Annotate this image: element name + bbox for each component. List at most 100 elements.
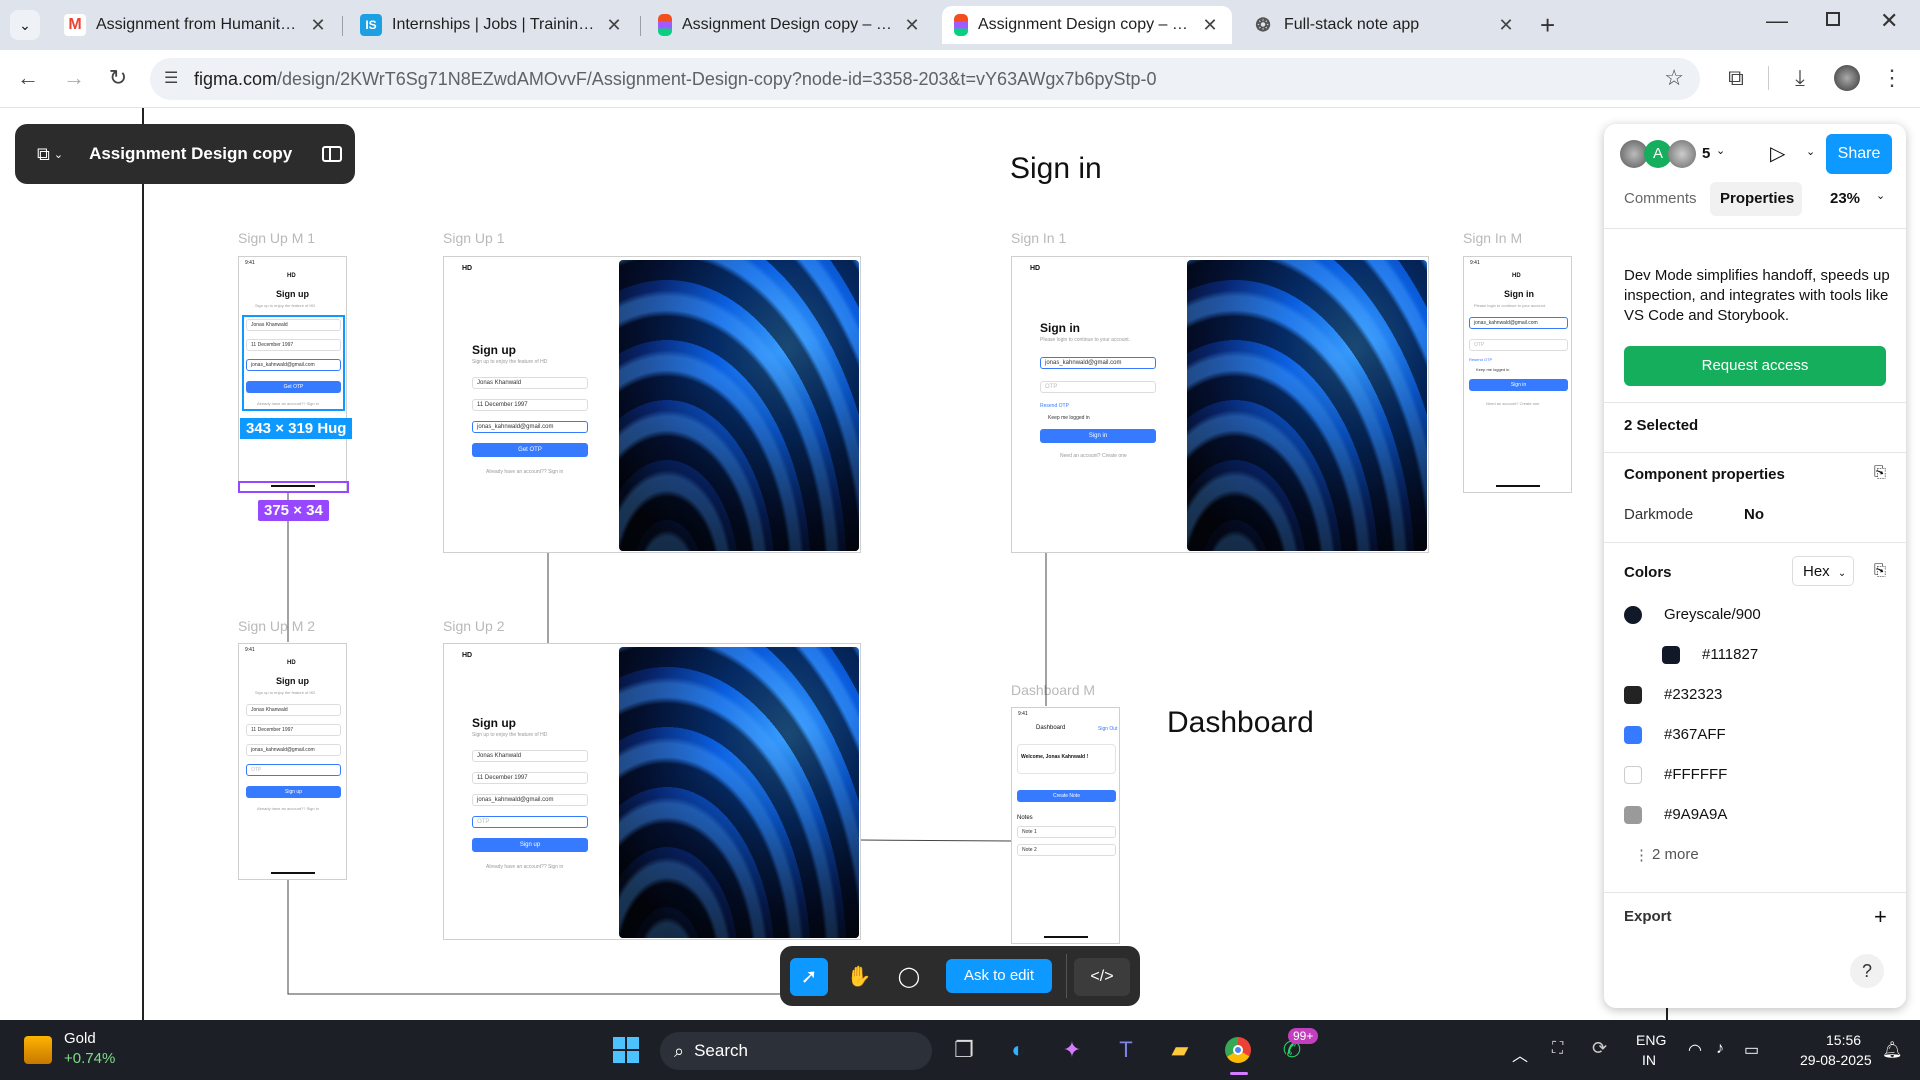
color-label[interactable]: #111827 <box>1702 646 1758 663</box>
gold-widget-icon[interactable] <box>24 1036 52 1064</box>
forward-icon[interactable]: → <box>60 64 88 92</box>
wifi-icon[interactable]: ◠ <box>1688 1040 1702 1060</box>
copilot-icon[interactable]: ✦ <box>1054 1032 1090 1068</box>
frame-signup-1[interactable]: HD Sign up Sign up to enjoy the feature … <box>443 256 861 553</box>
ask-to-edit-button[interactable]: Ask to edit <box>946 959 1052 993</box>
collaborator-count[interactable]: 5 <box>1702 145 1710 162</box>
chevron-down-icon[interactable]: ⌄ <box>54 148 63 161</box>
browser-tab[interactable]: M Assignment from Humanity Fou ✕ <box>52 6 340 44</box>
reload-icon[interactable]: ↻ <box>104 64 132 92</box>
browser-tab[interactable]: ❂ Full-stack note app ✕ <box>1240 6 1528 44</box>
site-info-icon[interactable]: ☰ <box>164 68 178 88</box>
share-button[interactable]: Share <box>1826 134 1892 174</box>
download-icon[interactable]: ⤓ <box>1786 64 1814 92</box>
show-hidden-icons[interactable]: ︿ <box>1512 1042 1528 1066</box>
add-export-icon[interactable]: + <box>1874 904 1887 930</box>
back-icon[interactable]: ← <box>14 64 42 92</box>
tab-title: Assignment from Humanity Fou <box>96 16 300 33</box>
more-colors-icon: ⋮ <box>1634 847 1649 864</box>
widget-title[interactable]: Gold <box>64 1030 96 1047</box>
clock-date[interactable]: 29-08-2025 <box>1800 1052 1872 1068</box>
dev-mode-text: Dev Mode simplifies handoff, speeds up i… <box>1624 267 1890 324</box>
hand-tool-icon[interactable]: ✋ <box>840 958 878 996</box>
bottom-toolbar: ➚ ✋ ◯ Ask to edit </> <box>780 946 1140 1006</box>
frame-signup-m2[interactable]: 9:41 HD Sign up Sign up to enjoy the fea… <box>238 643 347 880</box>
chevron-down-icon[interactable]: ⌄ <box>1876 189 1885 202</box>
region-code[interactable]: IN <box>1642 1052 1656 1068</box>
browser-tab[interactable]: Assignment Design copy – Figm ✕ <box>646 6 934 44</box>
darkmode-value: No <box>1744 506 1764 523</box>
volume-icon[interactable]: ♪ <box>1716 1040 1724 1058</box>
wave-image <box>619 260 859 551</box>
windows-start-icon[interactable] <box>608 1032 644 1068</box>
browser-menu-icon[interactable]: ⋮ <box>1878 64 1906 92</box>
zoom-level[interactable]: 23% <box>1830 190 1860 207</box>
dev-mode-icon[interactable]: </> <box>1074 958 1130 996</box>
color-label[interactable]: #FFFFFF <box>1664 766 1727 783</box>
tab-search-button[interactable]: ⌄ <box>10 10 40 40</box>
more-colors-link[interactable]: 2 more <box>1652 846 1699 863</box>
browser-tab-active[interactable]: Assignment Design copy – Figm ✕ <box>942 6 1232 44</box>
chrome-icon[interactable] <box>1220 1032 1256 1068</box>
language-code[interactable]: ENG <box>1636 1032 1666 1048</box>
taskbar-search[interactable]: ⌕ Search <box>660 1032 932 1070</box>
window-close-button[interactable]: ✕ <box>1880 8 1898 34</box>
clock-time[interactable]: 15:56 <box>1826 1032 1861 1048</box>
color-swatch <box>1662 646 1680 664</box>
color-label[interactable]: #9A9A9A <box>1664 806 1727 823</box>
minimize-button[interactable]: — <box>1766 8 1788 34</box>
widget-value: +0.74% <box>64 1050 116 1067</box>
close-icon[interactable]: ✕ <box>308 15 328 36</box>
frame-dashboard-m[interactable]: 9:41 Dashboard Sign Out Welcome, Jonas K… <box>1011 707 1120 944</box>
frame-signup-m1[interactable]: 9:41 HD Sign up Sign up to enjoy the fea… <box>238 256 347 493</box>
help-button[interactable]: ? <box>1850 954 1884 988</box>
chevron-down-icon[interactable]: ⌄ <box>1716 144 1725 157</box>
avatar[interactable] <box>1668 140 1696 168</box>
color-label[interactable]: #367AFF <box>1664 726 1726 743</box>
network-off-icon[interactable]: ⛶ <box>1552 1040 1563 1058</box>
close-icon[interactable]: ✕ <box>902 15 922 36</box>
color-label[interactable]: #232323 <box>1664 686 1722 703</box>
tab-comments[interactable]: Comments <box>1624 190 1697 207</box>
tab-properties-label: Properties <box>1720 190 1795 207</box>
new-tab-button[interactable]: + <box>1540 10 1555 41</box>
frame-signin-1[interactable]: HD Sign in Please login to continue to y… <box>1011 256 1429 553</box>
file-name[interactable]: Assignment Design copy <box>89 144 292 164</box>
restore-button[interactable] <box>1826 12 1840 26</box>
sync-icon[interactable]: ⟳ <box>1592 1038 1607 1059</box>
bookmark-star-icon[interactable]: ☆ <box>1664 65 1684 91</box>
close-icon[interactable]: ✕ <box>1200 15 1220 36</box>
color-format-select[interactable]: Hex ⌄ <box>1792 556 1854 586</box>
selection-count: 2 Selected <box>1624 417 1699 434</box>
browser-tab-bar: ⌄ M Assignment from Humanity Fou ✕ IS In… <box>0 0 1920 50</box>
chevron-down-icon[interactable]: ⌄ <box>1806 145 1815 158</box>
color-label[interactable]: Greyscale/900 <box>1664 606 1761 623</box>
wave-image <box>1187 260 1427 551</box>
close-icon[interactable]: ✕ <box>1496 15 1516 36</box>
figma-menu-icon[interactable]: ⧉ <box>37 144 50 165</box>
profile-avatar[interactable] <box>1834 65 1860 91</box>
request-access-button[interactable]: Request access <box>1624 346 1886 386</box>
sidebar-toggle-icon[interactable] <box>322 146 343 162</box>
extensions-icon[interactable]: ⧉ <box>1722 64 1750 92</box>
export-heading: Export <box>1624 908 1672 925</box>
close-icon[interactable]: ✕ <box>604 15 624 36</box>
teams-icon[interactable]: T <box>1108 1032 1144 1068</box>
comment-tool-icon[interactable]: ◯ <box>890 958 928 996</box>
frame-signin-m[interactable]: 9:41 HD Sign in Please login to continue… <box>1463 256 1572 493</box>
browser-tab[interactable]: IS Internships | Jobs | Trainings & I ✕ <box>348 6 636 44</box>
size-badge: 375 × 34 <box>258 500 329 521</box>
task-view-icon[interactable]: ❐ <box>946 1032 982 1068</box>
present-play-icon[interactable]: ▷ <box>1770 141 1785 166</box>
edge-icon[interactable]: ◐ <box>1000 1032 1036 1068</box>
frame-signup-2[interactable]: HD Sign up Sign up to enjoy the feature … <box>443 643 861 940</box>
copy-icon[interactable]: ⎘ <box>1874 464 1886 481</box>
color-swatch <box>1624 806 1642 824</box>
file-explorer-icon[interactable]: ▰ <box>1162 1032 1198 1068</box>
copy-icon[interactable]: ⎘ <box>1874 562 1886 579</box>
notifications-icon[interactable]: 🔔︎ <box>1882 1040 1902 1060</box>
tab-title: Full-stack note app <box>1284 16 1420 33</box>
address-bar[interactable]: ☰ figma.com/design/2KWrT6Sg71N8EZwdAMOvv… <box>150 58 1700 100</box>
battery-icon[interactable]: ▭ <box>1744 1040 1759 1060</box>
move-tool-icon[interactable]: ➚ <box>790 958 828 996</box>
